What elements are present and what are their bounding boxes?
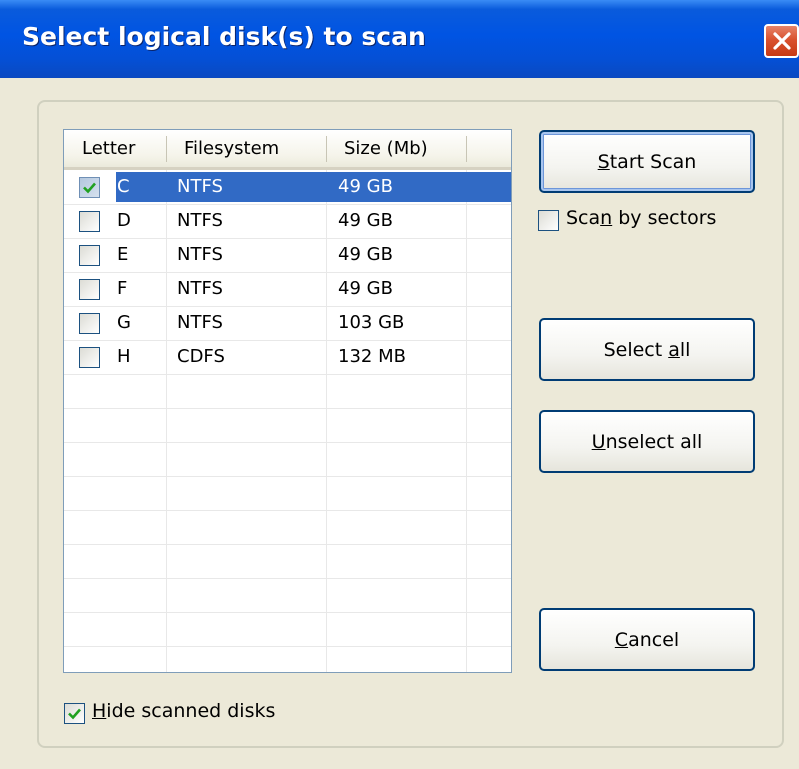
row-checkbox[interactable]	[79, 211, 100, 232]
cell-filesystem: NTFS	[177, 176, 223, 197]
list-header: Letter Filesystem Size (Mb)	[64, 130, 511, 170]
cell-size: 132 MB	[338, 346, 406, 367]
hide-scanned-text: ide scanned disks	[106, 700, 276, 722]
table-row[interactable]: F NTFS 49 GB	[64, 272, 511, 306]
title-bar[interactable]: Select logical disk(s) to scan	[0, 0, 799, 78]
table-row[interactable]: D NTFS 49 GB	[64, 204, 511, 238]
column-separator[interactable]	[466, 136, 467, 162]
cell-letter: C	[117, 176, 130, 197]
table-row[interactable]: E NTFS 49 GB	[64, 238, 511, 272]
grid-line-horizontal	[64, 476, 511, 477]
row-checkbox[interactable]	[79, 177, 100, 198]
grid-line-horizontal	[64, 646, 511, 647]
column-header-letter[interactable]: Letter	[64, 130, 166, 167]
cell-filesystem: NTFS	[177, 312, 223, 333]
dialog-window: Select logical disk(s) to scan Letter Fi…	[0, 0, 799, 769]
unselect-all-button[interactable]: Unselect all	[539, 410, 755, 473]
unselect-all-mnemonic: U	[591, 430, 606, 453]
column-header-size[interactable]: Size (Mb)	[326, 130, 466, 167]
cell-size: 49 GB	[338, 278, 393, 299]
hide-scanned-label[interactable]: Hide scanned disks	[92, 700, 275, 722]
scan-by-sectors-checkbox[interactable]	[538, 210, 559, 231]
scan-by-sectors-text-pre: Sca	[566, 207, 601, 229]
table-row[interactable]: C NTFS 49 GB	[64, 170, 511, 204]
grid-line-horizontal	[64, 374, 511, 375]
scan-by-sectors-mnemonic: n	[600, 207, 613, 229]
select-all-mnemonic: a	[668, 338, 680, 361]
cell-letter: H	[117, 346, 131, 367]
checkmark-icon	[83, 182, 96, 194]
cell-filesystem: CDFS	[177, 346, 225, 367]
hide-scanned-mnemonic: H	[92, 700, 107, 722]
close-icon	[772, 32, 791, 50]
cell-letter: F	[117, 278, 128, 299]
cell-size: 103 GB	[338, 312, 405, 333]
cancel-button[interactable]: Cancel	[539, 608, 755, 671]
table-row[interactable]: H CDFS 132 MB	[64, 340, 511, 374]
hide-scanned-checkbox[interactable]	[64, 703, 85, 724]
disk-list[interactable]: Letter Filesystem Size (Mb) C NTFS 49 GB D N…	[63, 129, 512, 673]
scan-by-sectors-text-rest: by sectors	[612, 207, 717, 229]
row-checkbox[interactable]	[79, 313, 100, 334]
cell-letter: E	[117, 244, 129, 265]
cell-letter: G	[117, 312, 131, 333]
cell-size: 49 GB	[338, 210, 393, 231]
start-scan-label: tart Scan	[609, 150, 697, 173]
close-button[interactable]	[764, 24, 799, 58]
cell-letter: D	[117, 210, 131, 231]
grid-line-horizontal	[64, 510, 511, 511]
window-title: Select logical disk(s) to scan	[22, 22, 426, 51]
start-scan-mnemonic: S	[597, 150, 610, 173]
checkmark-icon	[68, 708, 81, 720]
unselect-all-label: nselect all	[605, 430, 703, 453]
grid-line-horizontal	[64, 442, 511, 443]
grid-line-horizontal	[64, 612, 511, 613]
row-checkbox[interactable]	[79, 347, 100, 368]
select-all-button[interactable]: Select all	[539, 318, 755, 381]
cell-filesystem: NTFS	[177, 278, 223, 299]
row-checkbox[interactable]	[79, 279, 100, 300]
cell-size: 49 GB	[338, 176, 393, 197]
selection-highlight	[116, 172, 511, 202]
column-header-filesystem[interactable]: Filesystem	[166, 130, 326, 167]
cancel-mnemonic: C	[614, 628, 629, 651]
row-checkbox[interactable]	[79, 245, 100, 266]
scan-by-sectors-label[interactable]: Scan by sectors	[566, 207, 716, 229]
cell-filesystem: NTFS	[177, 244, 223, 265]
select-all-label-rest: ll	[679, 338, 691, 361]
cell-filesystem: NTFS	[177, 210, 223, 231]
select-all-label-pre: Select	[603, 338, 669, 361]
cell-size: 49 GB	[338, 244, 393, 265]
grid-line-horizontal	[64, 544, 511, 545]
grid-line-horizontal	[64, 578, 511, 579]
cancel-label: ancel	[628, 628, 680, 651]
grid-line-horizontal	[64, 408, 511, 409]
start-scan-button[interactable]: Start Scan	[539, 130, 755, 193]
table-row[interactable]: G NTFS 103 GB	[64, 306, 511, 340]
